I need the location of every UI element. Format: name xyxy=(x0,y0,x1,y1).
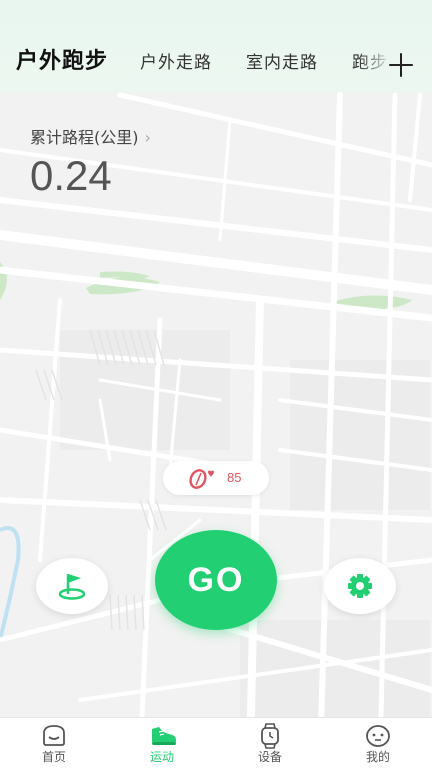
cumulative-distance-value: 0.24 xyxy=(30,152,112,199)
watch-icon xyxy=(261,723,279,749)
heart-rate-value: 85 xyxy=(227,470,242,485)
nav-label-home: 首页 xyxy=(41,750,66,764)
settings-button[interactable] xyxy=(324,558,396,614)
go-button[interactable]: GO xyxy=(155,530,277,630)
chevron-right-icon: › xyxy=(144,128,151,147)
go-label: GO xyxy=(187,560,245,599)
sport-type-tabs: 户外跑步 户外走路 室内走路 跑步 xyxy=(0,40,432,80)
tab-outdoor-running[interactable]: 户外跑步 xyxy=(16,43,108,75)
profile-icon xyxy=(366,725,390,747)
heart-rate-band-icon xyxy=(189,469,214,489)
gear-icon xyxy=(348,574,372,598)
tabs-fade xyxy=(358,40,392,80)
plus-icon[interactable] xyxy=(388,52,414,78)
flag-icon xyxy=(58,574,86,600)
tab-outdoor-walking[interactable]: 户外走路 xyxy=(140,48,212,73)
running-shoe-icon xyxy=(152,727,176,745)
nav-label-mine: 我的 xyxy=(365,750,390,764)
nav-item-sport[interactable]: 运动 xyxy=(108,718,216,769)
heart-rate-pill[interactable]: 85 xyxy=(163,461,269,495)
cumulative-distance-label: 累计路程(公里) xyxy=(30,128,139,147)
nav-label-device: 设备 xyxy=(257,750,282,764)
top-bar: 户外跑步 户外走路 室内走路 跑步 xyxy=(0,0,432,92)
tab-indoor-walking[interactable]: 室内走路 xyxy=(246,48,318,73)
nav-item-device[interactable]: 设备 xyxy=(216,718,324,769)
map-background[interactable] xyxy=(0,0,432,768)
route-flag-button[interactable] xyxy=(36,558,108,614)
cumulative-distance-link[interactable]: 累计路程(公里) › xyxy=(30,124,151,148)
nav-label-sport: 运动 xyxy=(149,750,174,764)
nav-item-home[interactable]: 首页 xyxy=(0,718,108,769)
bottom-nav: 首页 运动 设备 我的 xyxy=(0,717,432,769)
home-icon xyxy=(43,725,65,746)
nav-item-mine[interactable]: 我的 xyxy=(324,718,432,769)
